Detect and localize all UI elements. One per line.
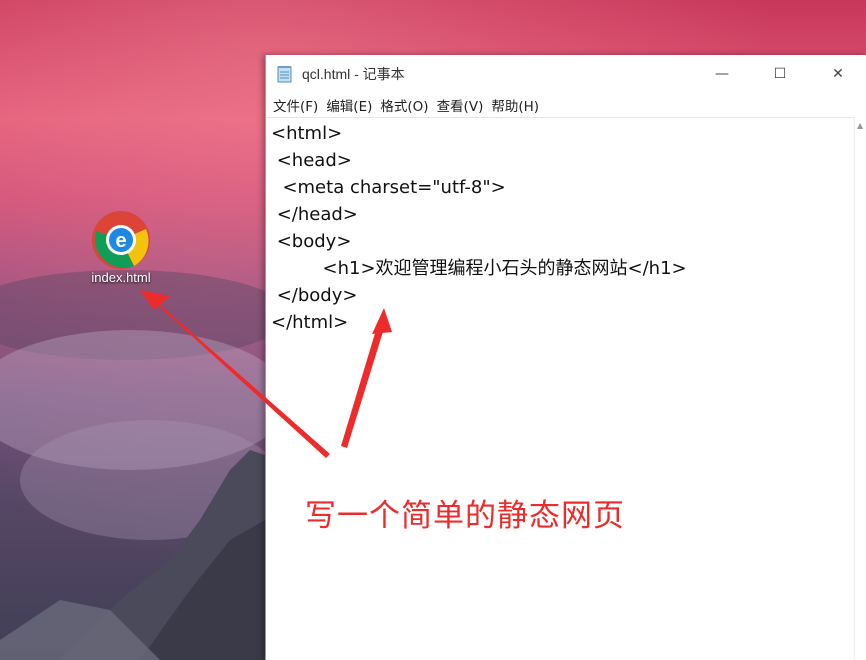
annotation-arrows <box>140 290 392 458</box>
arrowhead-desktop <box>140 290 170 310</box>
annotation-text: 写一个简单的静态网页 <box>305 498 625 534</box>
arrow-to-code <box>341 320 386 448</box>
arrow-to-desktop-icon <box>142 291 330 458</box>
arrowhead-code <box>372 308 392 334</box>
